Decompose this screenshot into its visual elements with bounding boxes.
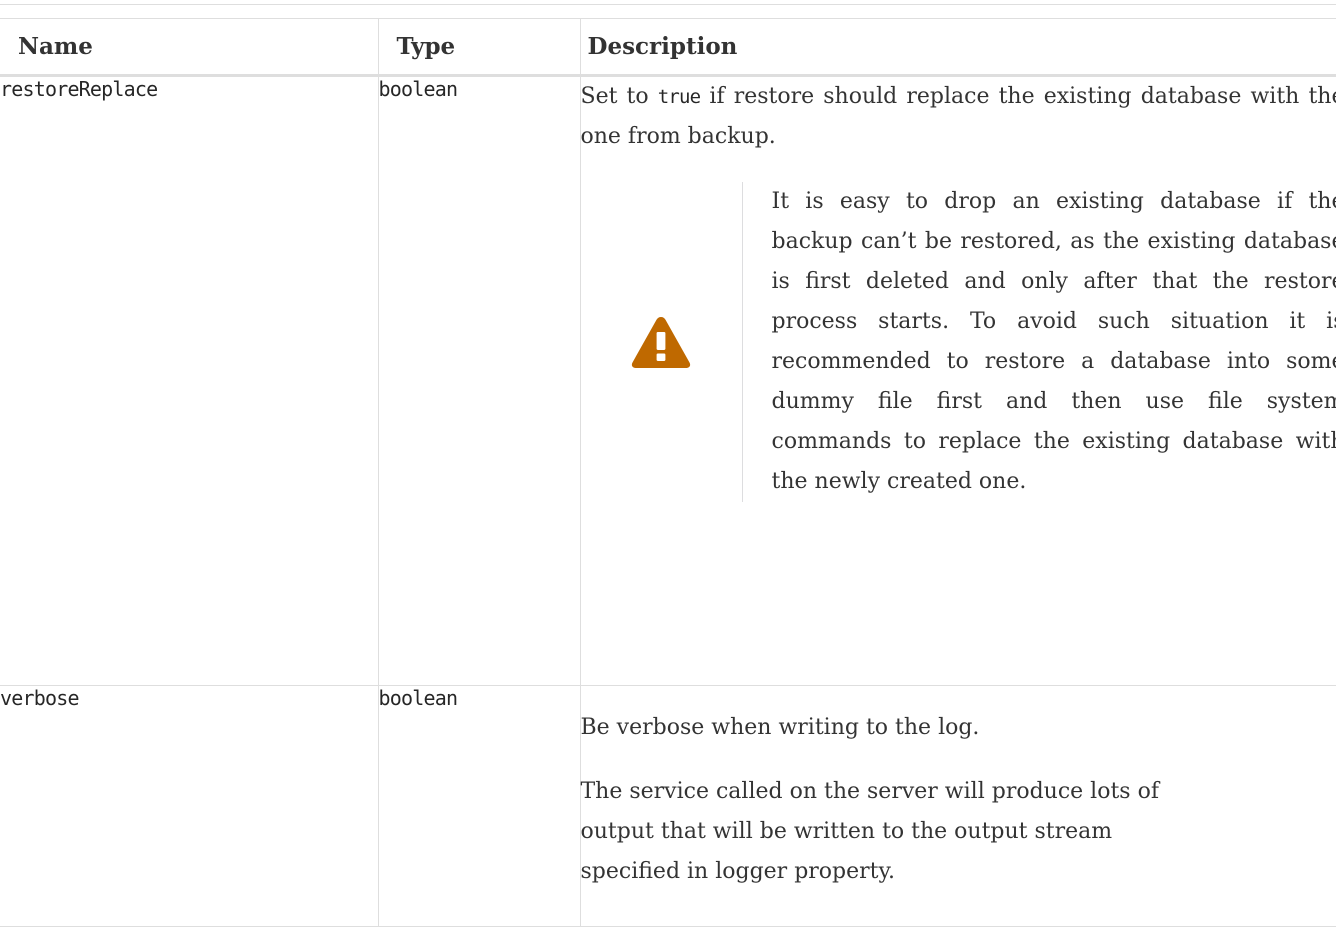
properties-table: Name Type Description restoreReplace boo…	[0, 18, 1336, 927]
property-name: verbose	[0, 686, 79, 710]
top-divider	[0, 0, 1336, 5]
property-description-cell: Set to true if restore should replace th…	[580, 76, 1336, 686]
property-description: Set to true if restore should replace th…	[581, 77, 1336, 157]
table-row: restoreReplace boolean Set to true if re…	[0, 76, 1336, 686]
description-text: Set to	[581, 84, 658, 109]
property-type: boolean	[379, 686, 458, 710]
table-header-row: Name Type Description	[0, 19, 1336, 76]
property-type: boolean	[379, 77, 458, 101]
column-header-type: Type	[378, 19, 580, 76]
property-name-cell: verbose	[0, 686, 378, 927]
warning-triangle-icon	[630, 314, 692, 370]
warning-icon-cell	[581, 314, 742, 370]
property-description-cell: Be verbose when writing to the log. The …	[580, 686, 1336, 927]
property-description: Be verbose when writing to the log.	[581, 708, 1336, 748]
property-type-cell: boolean	[378, 686, 580, 927]
property-name-cell: restoreReplace	[0, 76, 378, 686]
property-name: restoreReplace	[0, 77, 157, 101]
property-description-detail: The service called on the server will pr…	[581, 772, 1336, 892]
warning-admonition: It is easy to drop an existing database …	[581, 182, 1336, 502]
warning-text-block: It is easy to drop an existing database …	[743, 182, 1336, 502]
inline-code-true: true	[658, 86, 701, 108]
warning-text: It is easy to drop an existing database …	[772, 182, 1336, 502]
column-header-name: Name	[0, 19, 378, 76]
table-row: verbose boolean Be verbose when writing …	[0, 686, 1336, 927]
column-header-description: Description	[580, 19, 1336, 76]
property-type-cell: boolean	[378, 76, 580, 686]
